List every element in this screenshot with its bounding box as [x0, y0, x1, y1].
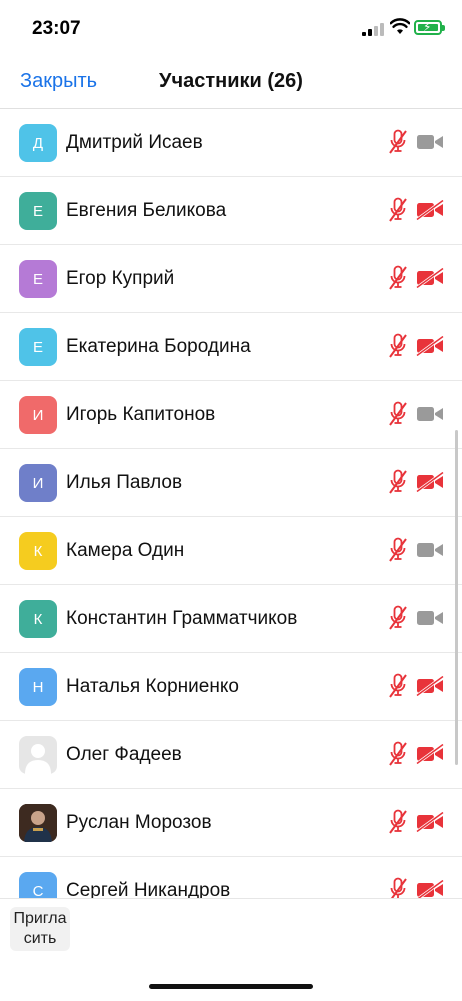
video-camera-off-icon[interactable] [416, 879, 444, 900]
mic-off-icon[interactable] [388, 197, 408, 223]
invite-button[interactable]: Пригласить [10, 907, 70, 951]
participant-name: Дмитрий Исаев [66, 132, 203, 153]
participants-list[interactable]: Д Дмитрий Исаев Е Евгения Беликова Е Егор Куп… [0, 110, 462, 900]
participant-name: Егор Куприй [66, 268, 175, 289]
participant-name: Наталья Корниенко [66, 676, 239, 697]
video-camera-icon[interactable] [416, 132, 444, 152]
video-camera-off-icon[interactable] [416, 675, 444, 697]
status-bar: 23:07 ⚡ [0, 0, 462, 56]
video-camera-off-icon[interactable] [416, 335, 444, 357]
participant-row[interactable]: И Илья Павлов [0, 449, 462, 517]
avatar: Н [19, 668, 57, 706]
participant-name: Константин Грамматчиков [66, 608, 298, 629]
mic-off-icon[interactable] [388, 537, 408, 563]
participant-row[interactable]: Е Екатерина Бородина [0, 313, 462, 381]
battery-icon: ⚡ [414, 20, 442, 35]
participant-name: Екатерина Бородина [66, 336, 251, 357]
avatar: С [19, 872, 57, 900]
participant-name: Евгения Беликова [66, 200, 227, 221]
page-title: Участники (26) [159, 70, 303, 92]
navigation-bar: Закрыть Участники (26) [0, 56, 462, 109]
home-indicator[interactable] [149, 984, 313, 989]
mic-off-icon[interactable] [388, 401, 408, 427]
participant-name: Руслан Морозов [66, 812, 212, 833]
video-camera-icon[interactable] [416, 404, 444, 424]
signal-icon [362, 22, 384, 36]
participant-name: Камера Один [66, 540, 185, 561]
avatar: К [19, 532, 57, 570]
participant-row[interactable]: Олег Фадеев [0, 721, 462, 789]
avatar: Е [19, 328, 57, 366]
mic-off-icon[interactable] [388, 741, 408, 767]
mic-off-icon[interactable] [388, 605, 408, 631]
scrollbar[interactable] [455, 430, 458, 765]
battery-tip [442, 25, 445, 31]
participant-row[interactable]: Е Егор Куприй [0, 245, 462, 313]
participant-row[interactable]: Д Дмитрий Исаев [0, 110, 462, 177]
participant-row[interactable]: Руслан Морозов [0, 789, 462, 857]
status-time: 23:07 [32, 18, 81, 39]
avatar: Е [19, 192, 57, 230]
video-camera-off-icon[interactable] [416, 471, 444, 493]
participant-row[interactable]: К Камера Один [0, 517, 462, 585]
avatar: К [19, 600, 57, 638]
avatar: И [19, 396, 57, 434]
video-camera-off-icon[interactable] [416, 811, 444, 833]
participant-name: Илья Павлов [66, 472, 183, 493]
video-camera-icon[interactable] [416, 608, 444, 628]
avatar: И [19, 464, 57, 502]
mic-off-icon[interactable] [388, 129, 408, 155]
mic-off-icon[interactable] [388, 469, 408, 495]
participant-name: Сергей Никандров [66, 880, 231, 900]
avatar [19, 804, 57, 842]
mic-off-icon[interactable] [388, 333, 408, 359]
mic-off-icon[interactable] [388, 877, 408, 900]
mic-off-icon[interactable] [388, 809, 408, 835]
video-camera-off-icon[interactable] [416, 743, 444, 765]
video-camera-off-icon[interactable] [416, 267, 444, 289]
participant-row[interactable]: Н Наталья Корниенко [0, 653, 462, 721]
mic-off-icon[interactable] [388, 265, 408, 291]
participant-row[interactable]: Е Евгения Беликова [0, 177, 462, 245]
participant-row[interactable]: К Константин Грамматчиков [0, 585, 462, 653]
wifi-icon [390, 18, 410, 34]
avatar: Е [19, 260, 57, 298]
avatar [19, 736, 57, 774]
video-camera-icon[interactable] [416, 540, 444, 560]
participant-row[interactable]: И Игорь Капитонов [0, 381, 462, 449]
participant-name: Игорь Капитонов [66, 404, 216, 425]
participant-name: Олег Фадеев [66, 744, 182, 765]
video-camera-off-icon[interactable] [416, 199, 444, 221]
avatar: Д [19, 124, 57, 162]
mic-off-icon[interactable] [388, 673, 408, 699]
participant-row[interactable]: С Сергей Никандров [0, 857, 462, 900]
